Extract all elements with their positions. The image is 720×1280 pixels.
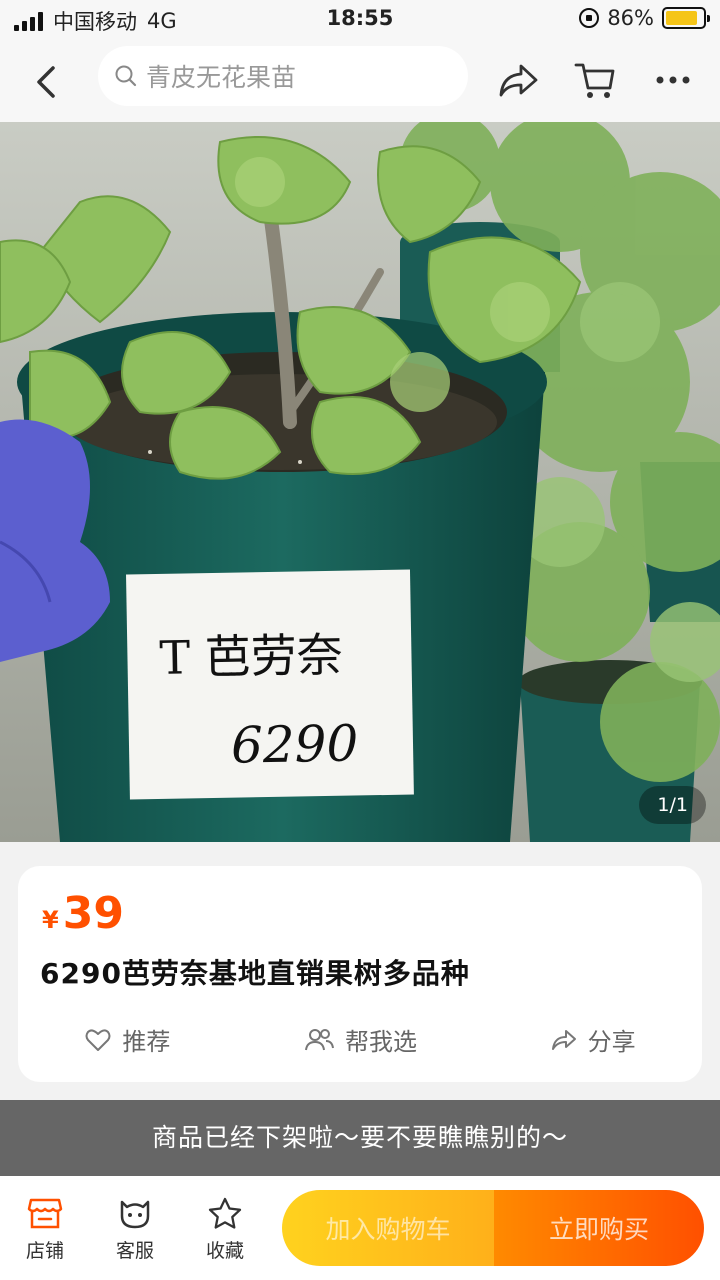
cart-icon [574, 63, 615, 98]
share-button[interactable] [494, 56, 542, 104]
battery-percent: 86% [607, 6, 654, 30]
star-icon [208, 1197, 242, 1229]
cart-button[interactable] [572, 56, 620, 104]
price: ¥ 39 [42, 888, 124, 939]
bottom-bar: 店铺 客服 收藏 加入购物车 立即购买 [0, 1176, 720, 1280]
more-icon [656, 76, 690, 84]
search-text: 青皮无花果苗 [146, 63, 297, 92]
store-label: 店铺 [25, 1240, 64, 1262]
store-button[interactable]: 店铺 [0, 1196, 90, 1263]
nav-bar: 青皮无花果苗 [0, 40, 720, 122]
search-icon [115, 65, 137, 87]
more-button[interactable] [650, 56, 698, 104]
image-counter: 1/1 [639, 786, 706, 824]
off-shelf-notice: 商品已经下架啦～要不要瞧瞧别的～ [0, 1100, 720, 1176]
product-title: 6290芭劳奈基地直销果树多品种 [40, 957, 470, 990]
label-text-line2: 6290 [231, 714, 359, 774]
product-info-card: ¥ 39 6290芭劳奈基地直销果树多品种 推荐 帮我选 分享 [18, 866, 702, 1082]
share-action-button[interactable]: 分享 [550, 1022, 636, 1057]
help-me-choose-label: 帮我选 [344, 1028, 417, 1056]
favorite-button[interactable]: 收藏 [180, 1196, 270, 1263]
back-icon [37, 66, 55, 98]
search-input[interactable]: 青皮无花果苗 [98, 46, 468, 106]
heart-icon [85, 1028, 111, 1051]
people-icon [304, 1028, 334, 1050]
buy-now-button[interactable]: 立即购买 [494, 1190, 704, 1266]
customer-service-icon [120, 1200, 150, 1229]
share-icon [499, 64, 538, 97]
service-label: 客服 [115, 1240, 154, 1262]
help-me-choose-button[interactable]: 帮我选 [303, 1022, 417, 1057]
price-value: 39 [62, 888, 124, 939]
label-text-line1: T 芭劳奈 [159, 628, 343, 685]
recommend-label: 推荐 [122, 1028, 171, 1056]
favorite-label: 收藏 [205, 1240, 244, 1262]
fig-plant-photo: T 芭劳奈 6290 [0, 122, 720, 842]
rotation-lock-icon [579, 8, 600, 28]
status-bar: 中国移动 4G 18:55 86% [0, 0, 720, 40]
product-image[interactable]: T 芭劳奈 6290 1/1 [0, 122, 720, 842]
action-row: 推荐 帮我选 分享 [18, 1022, 702, 1057]
back-button[interactable] [26, 60, 70, 104]
service-button[interactable]: 客服 [90, 1196, 180, 1263]
recommend-button[interactable]: 推荐 [84, 1022, 170, 1057]
currency-symbol: ¥ [42, 906, 59, 934]
battery-icon [662, 7, 710, 29]
share-label: 分享 [587, 1028, 636, 1056]
share-icon [551, 1029, 576, 1050]
add-to-cart-button[interactable]: 加入购物车 [282, 1190, 494, 1266]
store-icon [27, 1198, 63, 1229]
